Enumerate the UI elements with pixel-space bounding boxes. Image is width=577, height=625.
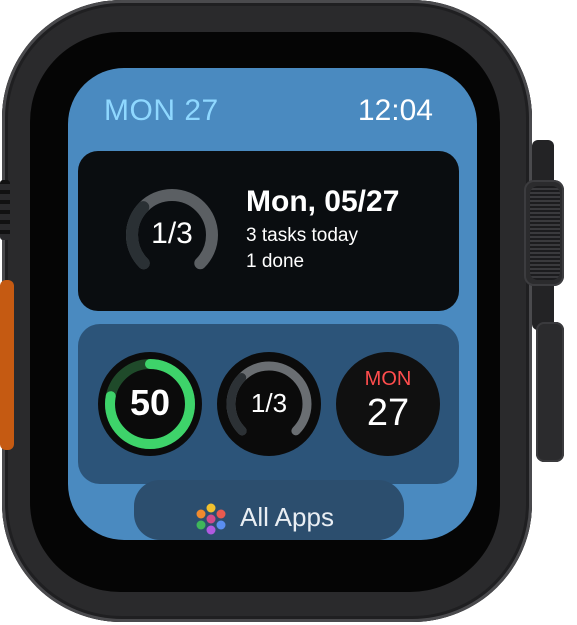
activity-complication[interactable]: 50	[98, 352, 202, 456]
tasks-value: 1/3	[250, 388, 288, 418]
widget-tasks-done: 1 done	[246, 251, 305, 272]
tasks-complication[interactable]: 1/3	[217, 352, 321, 456]
progress-label: 1/3	[151, 217, 193, 250]
dots-grid-icon	[196, 503, 226, 535]
complications-row: 50 1/3 MON 27	[78, 324, 459, 484]
widget-tasks-count: 3 tasks today	[246, 225, 358, 246]
digital-crown[interactable]	[524, 180, 564, 286]
calendar-complication[interactable]: MON 27	[336, 352, 440, 456]
crown-grip	[530, 186, 560, 280]
activity-value: 50	[129, 382, 171, 423]
reminders-widget[interactable]: 1/3 Mon, 05/27 3 tasks today 1 done	[78, 151, 459, 311]
status-date: MON 27	[104, 94, 219, 127]
side-button[interactable]	[536, 322, 564, 462]
speaker-grille	[0, 180, 10, 240]
all-apps-button[interactable]: All Apps	[134, 480, 404, 540]
calendar-date: 27	[366, 392, 410, 434]
watch-screen: MON 27 12:04 1/3 Mon, 05/27 3 tasks toda…	[68, 68, 477, 540]
status-time: 12:04	[357, 94, 433, 127]
calendar-day: MON	[364, 368, 412, 390]
action-button[interactable]	[0, 280, 14, 450]
widget-date-title: Mon, 05/27	[246, 185, 400, 218]
all-apps-label: All Apps	[240, 502, 334, 532]
